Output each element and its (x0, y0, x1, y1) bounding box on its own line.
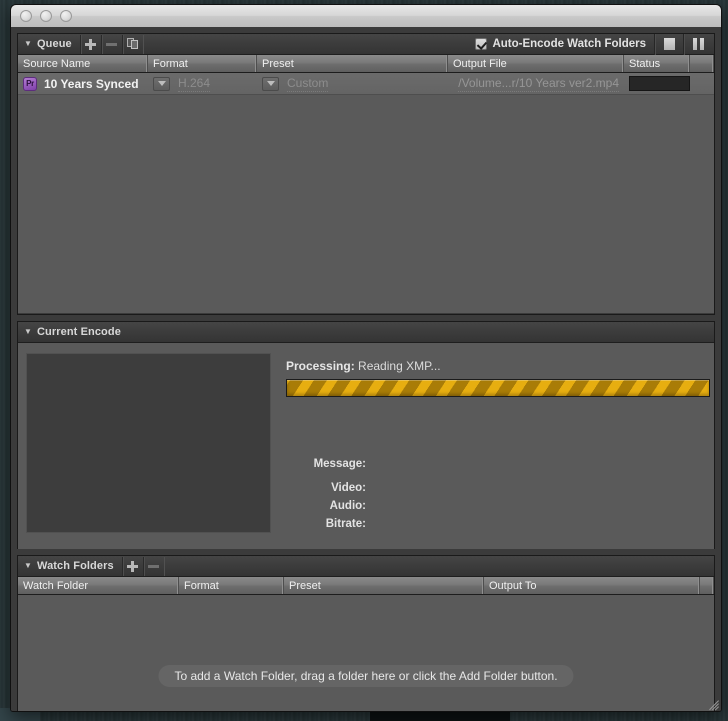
cell-preset[interactable]: Custom (257, 73, 448, 95)
column-header-wf-format[interactable]: Format (179, 577, 284, 594)
stop-icon (663, 38, 675, 50)
auto-encode-watch-folders-checkbox[interactable]: Auto-Encode Watch Folders (471, 35, 654, 54)
column-header-status[interactable]: Status (624, 55, 690, 72)
format-value: H.264 (178, 75, 211, 92)
source-name-text: 10 Years Synced (44, 76, 139, 91)
info-label-bitrate: Bitrate: (325, 518, 366, 530)
header-divider (142, 34, 144, 54)
column-header-wf-preset[interactable]: Preset (284, 577, 484, 594)
queue-panel-title: Queue (37, 38, 72, 50)
zoom-button-icon[interactable] (60, 10, 72, 22)
queue-list[interactable]: Pr 10 Years Synced H.264 Custom /Volume.… (18, 73, 714, 313)
current-encode-disclosure-triangle-icon[interactable]: ▼ (20, 328, 36, 336)
column-header-watch-folder[interactable]: Watch Folder (18, 577, 179, 594)
window-body: ▼ Queue Auto-Encode Watch Folders Source… (11, 27, 721, 711)
current-encode-body: Processing: Reading XMP... Message: Vide… (18, 343, 714, 549)
window-titlebar[interactable] (11, 5, 721, 28)
cell-format[interactable]: H.264 (148, 73, 257, 95)
info-label-message: Message: (313, 458, 366, 470)
checkbox-icon (475, 38, 488, 50)
column-header-output-to[interactable]: Output To (484, 577, 700, 594)
watch-folders-disclosure-triangle-icon[interactable]: ▼ (20, 562, 36, 570)
media-encoder-window: ▼ Queue Auto-Encode Watch Folders Source… (10, 4, 722, 712)
plus-icon (85, 38, 97, 50)
cell-source-name[interactable]: Pr 10 Years Synced (18, 73, 148, 95)
cell-status (624, 73, 690, 95)
add-queue-item-button[interactable] (79, 34, 101, 54)
watch-folders-panel: ▼ Watch Folders Watch Folder Format Pres… (17, 555, 715, 711)
add-watch-folder-button[interactable] (121, 556, 143, 576)
column-header-source-name[interactable]: Source Name (18, 55, 148, 72)
preset-dropdown-button[interactable] (262, 76, 279, 91)
output-file-path: /Volume...r/10 Years ver2.mp4 (458, 75, 619, 92)
current-encode-panel: ▼ Current Encode Processing: Reading XMP… (17, 321, 715, 549)
minus-icon (106, 39, 118, 50)
plus-icon (127, 560, 139, 572)
column-header-wf-spacer (700, 577, 714, 594)
cell-spacer (690, 73, 714, 95)
table-row[interactable]: Pr 10 Years Synced H.264 Custom /Volume.… (18, 73, 714, 95)
remove-watch-folder-button[interactable] (142, 556, 164, 576)
column-header-output-file[interactable]: Output File (448, 55, 624, 72)
auto-encode-label: Auto-Encode Watch Folders (492, 38, 646, 50)
encode-info-list: Message: Video: Audio: Bitrate: (226, 455, 366, 533)
pause-button[interactable] (683, 33, 712, 55)
encode-progress-bar (286, 379, 710, 397)
remove-queue-item-button[interactable] (100, 34, 122, 54)
close-button-icon[interactable] (20, 10, 32, 22)
column-header-preset[interactable]: Preset (257, 55, 448, 72)
duplicate-icon (126, 38, 139, 50)
cell-output-file[interactable]: /Volume...r/10 Years ver2.mp4 (448, 73, 624, 95)
queue-header-right-group: Auto-Encode Watch Folders (471, 33, 712, 55)
info-label-audio: Audio: (329, 500, 366, 512)
duplicate-queue-item-button[interactable] (121, 34, 143, 54)
queue-disclosure-triangle-icon[interactable]: ▼ (20, 40, 36, 48)
queue-panel: ▼ Queue Auto-Encode Watch Folders Source… (17, 33, 715, 315)
stop-button[interactable] (654, 33, 683, 55)
processing-value: Reading XMP... (358, 359, 441, 373)
current-encode-panel-title: Current Encode (37, 326, 121, 338)
window-resize-grip[interactable] (706, 696, 720, 711)
processing-label: Processing: (286, 359, 355, 373)
current-encode-panel-header: ▼ Current Encode (18, 322, 714, 343)
watch-folder-drop-hint: To add a Watch Folder, drag a folder her… (158, 665, 574, 687)
status-progress-box (629, 76, 690, 91)
premiere-pro-badge-icon: Pr (23, 76, 37, 91)
processing-status-line: Processing: Reading XMP... (286, 359, 441, 373)
column-header-format[interactable]: Format (148, 55, 257, 72)
column-header-spacer (690, 55, 714, 72)
pause-icon (692, 38, 704, 50)
preset-value: Custom (287, 75, 329, 92)
watch-folders-column-headers: Watch Folder Format Preset Output To (18, 577, 714, 595)
watch-folders-drop-area[interactable]: To add a Watch Folder, drag a folder her… (18, 595, 714, 711)
watch-folders-panel-header: ▼ Watch Folders (18, 556, 714, 577)
info-label-video: Video: (331, 482, 366, 494)
queue-panel-header: ▼ Queue Auto-Encode Watch Folders (18, 33, 714, 55)
minimize-button-icon[interactable] (40, 10, 52, 22)
queue-column-headers: Source Name Format Preset Output File St… (18, 55, 714, 73)
traffic-light-buttons (20, 10, 72, 22)
format-dropdown-button[interactable] (153, 76, 170, 91)
minus-icon (148, 561, 160, 572)
header-divider (163, 556, 165, 576)
watch-folders-panel-title: Watch Folders (37, 560, 114, 572)
